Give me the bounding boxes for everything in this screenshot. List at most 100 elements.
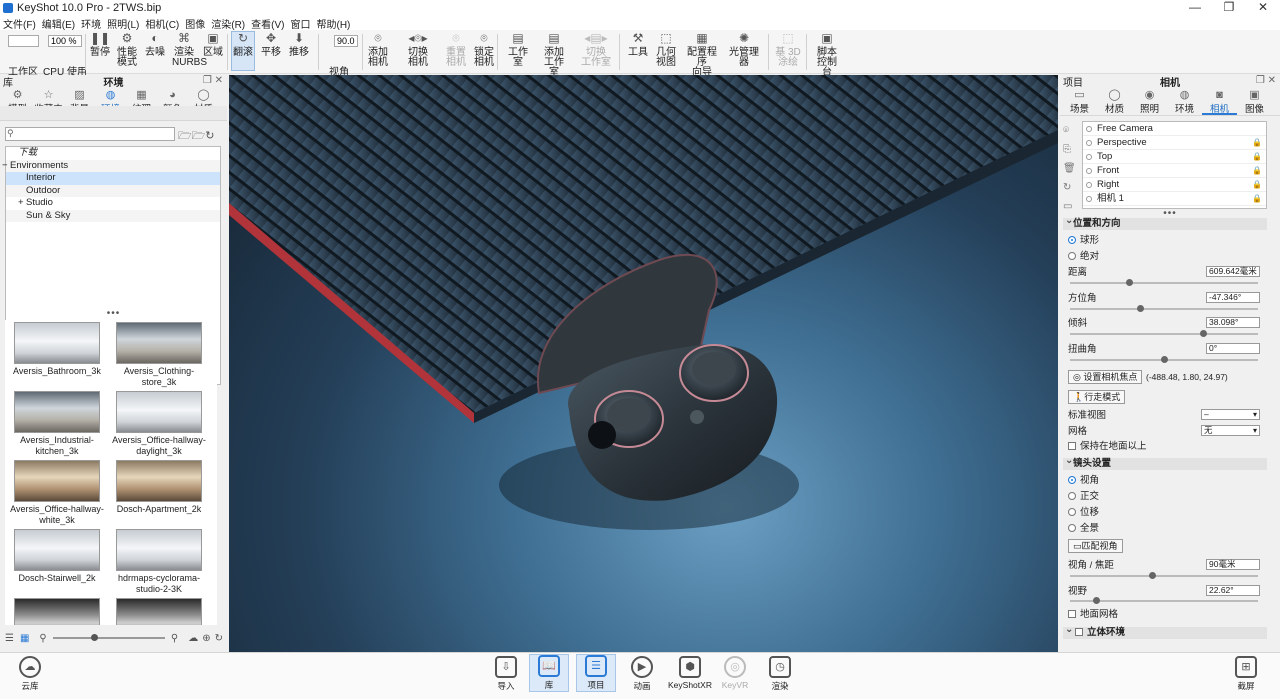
delete-camera-icon[interactable]: 🗑 bbox=[1063, 159, 1077, 178]
lock-icon[interactable]: 🔒 bbox=[1252, 192, 1262, 206]
restore-icon[interactable]: ❐ bbox=[1212, 0, 1246, 16]
menu-item-9[interactable]: 帮助(H) bbox=[316, 16, 350, 31]
splitter-handle[interactable]: ••• bbox=[1060, 209, 1280, 219]
environment-thumbnail[interactable] bbox=[8, 598, 106, 625]
lock-icon[interactable]: 🔒 bbox=[1252, 178, 1262, 192]
menu-item-4[interactable]: 相机(C) bbox=[145, 16, 179, 31]
camera-radio[interactable] bbox=[1086, 196, 1092, 202]
camera-radio[interactable] bbox=[1086, 140, 1092, 146]
distance-field[interactable]: 609.642毫米 bbox=[1206, 266, 1260, 277]
grid-view-icon[interactable]: ▦ bbox=[20, 633, 29, 644]
grid-select[interactable]: 无 bbox=[1201, 425, 1260, 436]
focal-length-field[interactable]: 90毫米 bbox=[1206, 559, 1260, 570]
lock-icon[interactable]: 🔒 bbox=[1252, 150, 1262, 164]
panel-float-close-icon[interactable]: ❐ ✕ bbox=[203, 75, 223, 86]
camera-radio[interactable] bbox=[1086, 126, 1092, 132]
field-of-view-slider[interactable] bbox=[1070, 597, 1258, 604]
tab-light[interactable]: ◉ 照明 bbox=[1132, 88, 1167, 116]
lock-icon[interactable]: 🔒 bbox=[1252, 136, 1262, 150]
camera-item[interactable]: Free Camera bbox=[1083, 122, 1266, 136]
refresh-icon[interactable]: ↻ bbox=[215, 633, 223, 644]
menu-item-5[interactable]: 图像 bbox=[185, 16, 205, 31]
tree-node[interactable]: Interior bbox=[6, 172, 220, 185]
section-lens[interactable]: 镜头设置 bbox=[1063, 455, 1267, 470]
match-perspective-button[interactable]: ▭匹配视角 bbox=[1068, 539, 1123, 553]
environment-thumbnail[interactable]: Aversis_Bathroom_3k bbox=[8, 322, 106, 377]
environment-thumbnail[interactable]: Aversis_Industrial-kitchen_3k bbox=[8, 391, 106, 456]
toolbar-pause-button[interactable]: ❚❚ 暂停 bbox=[90, 32, 110, 58]
toolbar-geoview-button[interactable]: ⬚ 几何 视图 bbox=[654, 32, 678, 68]
minimize-icon[interactable]: — bbox=[1178, 0, 1212, 16]
section-position[interactable]: 位置和方向 bbox=[1063, 215, 1267, 230]
tab-material[interactable]: ◯ 材质 bbox=[1097, 88, 1132, 116]
bottom-import-button[interactable]: ⇩ 导入 bbox=[486, 656, 526, 692]
toolbar-lockcam-button[interactable]: ⌾ 锁定 相机 bbox=[472, 32, 496, 68]
tree-node[interactable]: − Environments bbox=[2, 159, 220, 172]
keep-above-ground-checkbox[interactable]: 保持在地面以上 bbox=[1068, 441, 1147, 452]
twist-slider[interactable] bbox=[1070, 356, 1258, 363]
tab-image[interactable]: ▣ 图像 bbox=[1237, 88, 1272, 116]
environment-thumbnail[interactable]: Aversis_Office-hallway-white_3k bbox=[8, 460, 106, 525]
menu-item-2[interactable]: 环境 bbox=[81, 16, 101, 31]
collapse-icon[interactable]: − bbox=[2, 160, 8, 173]
toolbar-addstudio-button[interactable]: ▤ 添加 工作室 bbox=[540, 32, 568, 78]
camera-radio[interactable] bbox=[1086, 182, 1092, 188]
camera-radio[interactable] bbox=[1086, 154, 1092, 160]
camera-item[interactable]: Front 🔒 bbox=[1083, 164, 1266, 178]
toolbar-switchstudio-button[interactable]: ◂▤▸ 切换 工作室 bbox=[581, 32, 611, 68]
lens-orthographic[interactable]: 正交 bbox=[1068, 491, 1099, 502]
toolbar-resetcam-button[interactable]: ⌾ 重置 相机 bbox=[445, 32, 467, 68]
bottom-library-button[interactable]: 📖 库 bbox=[529, 654, 569, 692]
toolbar-lightmgr-button[interactable]: ✺ 光管理器 bbox=[726, 32, 762, 68]
inclination-field[interactable]: 38.098° bbox=[1206, 317, 1260, 328]
toolbar-studio-button[interactable]: ▤ 工作室 bbox=[505, 32, 531, 68]
environment-thumbnail[interactable]: Dosch-Stairwell_2k bbox=[8, 529, 106, 584]
duplicate-camera-icon[interactable]: ⎘ bbox=[1063, 140, 1077, 159]
close-icon[interactable]: ✕ bbox=[1246, 0, 1280, 16]
menu-item-6[interactable]: 渲染(R) bbox=[211, 16, 245, 31]
tab-camera[interactable]: ◙ 相机 bbox=[1202, 88, 1237, 115]
toolbar-configurator-button[interactable]: ▦ 配置程序 向导 bbox=[684, 32, 720, 78]
environment-thumbnail[interactable]: hdrmaps-cyclorama-studio-2-3K bbox=[110, 529, 208, 594]
menu-item-7[interactable]: 查看(V) bbox=[251, 16, 284, 31]
thumb-size-slider[interactable] bbox=[52, 634, 165, 641]
azimuth-slider[interactable] bbox=[1070, 305, 1258, 312]
bottom-project-button[interactable]: ☰ 项目 bbox=[576, 654, 616, 692]
toolbar-nurbs-button[interactable]: ⌘ 渲染 NURBS bbox=[172, 32, 207, 68]
tree-node[interactable]: 下载 bbox=[6, 147, 220, 160]
toolbar-addcam-button[interactable]: ⌾ 添加 相机 bbox=[366, 32, 390, 68]
tab-globe[interactable]: ◍ 环境 bbox=[1167, 88, 1202, 116]
toolbar-pan-button[interactable]: ✥ 平移 bbox=[259, 32, 283, 58]
camera-item[interactable]: Top 🔒 bbox=[1083, 150, 1266, 164]
tree-node[interactable]: Sun & Sky bbox=[6, 209, 220, 222]
folder-actions-icon[interactable]: 🗁🗁↻ bbox=[178, 127, 215, 146]
camera-item[interactable]: Right 🔒 bbox=[1083, 178, 1266, 192]
distance-slider[interactable] bbox=[1070, 279, 1258, 286]
inclination-slider[interactable] bbox=[1070, 330, 1258, 337]
camera-radio[interactable] bbox=[1086, 168, 1092, 174]
toolbar-region-button[interactable]: ▣ 区域 bbox=[202, 32, 224, 58]
std-view-select[interactable]: – bbox=[1201, 409, 1260, 420]
toolbar-switchcam-button[interactable]: ◂⌾▸ 切换 相机 bbox=[405, 32, 431, 68]
set-camera-focus-button[interactable]: ◎ 设置相机焦点 bbox=[1068, 370, 1143, 384]
toolbar-perf-button[interactable]: ⚙ 性能 模式 bbox=[116, 32, 138, 68]
toolbar-dolly-button[interactable]: ⬇ 推移 bbox=[287, 32, 311, 58]
toolbar-3dpaint-button[interactable]: ⬚ 基 3D 涂绘 bbox=[775, 32, 801, 68]
bottom-keyshotxr-button[interactable]: ⬢ KeyShotXR bbox=[668, 656, 712, 690]
library-search-input[interactable] bbox=[5, 127, 175, 141]
azimuth-field[interactable]: -47.346° bbox=[1206, 292, 1260, 303]
camera-item[interactable]: 相机 1 🔒 bbox=[1083, 192, 1266, 206]
mode-spherical[interactable]: 球形 bbox=[1068, 235, 1099, 246]
menu-item-1[interactable]: 编辑(E) bbox=[42, 16, 75, 31]
toolbar-fov-button[interactable]: ▫视角 bbox=[328, 44, 350, 78]
menu-item-0[interactable]: 文件(F) bbox=[3, 16, 36, 31]
bottom-render-button[interactable]: ◷ 渲染 bbox=[760, 656, 800, 692]
menu-item-3[interactable]: 照明(L) bbox=[107, 16, 139, 31]
toolbar-denoise-button[interactable]: ◐ 去噪 bbox=[144, 32, 166, 58]
lens-perspective[interactable]: 视角 bbox=[1068, 475, 1099, 486]
panel-float-close-icon[interactable]: ❐ ✕ bbox=[1256, 75, 1276, 86]
ground-grid-checkbox[interactable]: 地面网格 bbox=[1068, 609, 1118, 620]
walk-mode-button[interactable]: 🚶行走模式 bbox=[1068, 390, 1126, 404]
mode-absolute[interactable]: 绝对 bbox=[1068, 251, 1099, 262]
section-stereo[interactable]: 立体环境 bbox=[1063, 624, 1267, 639]
